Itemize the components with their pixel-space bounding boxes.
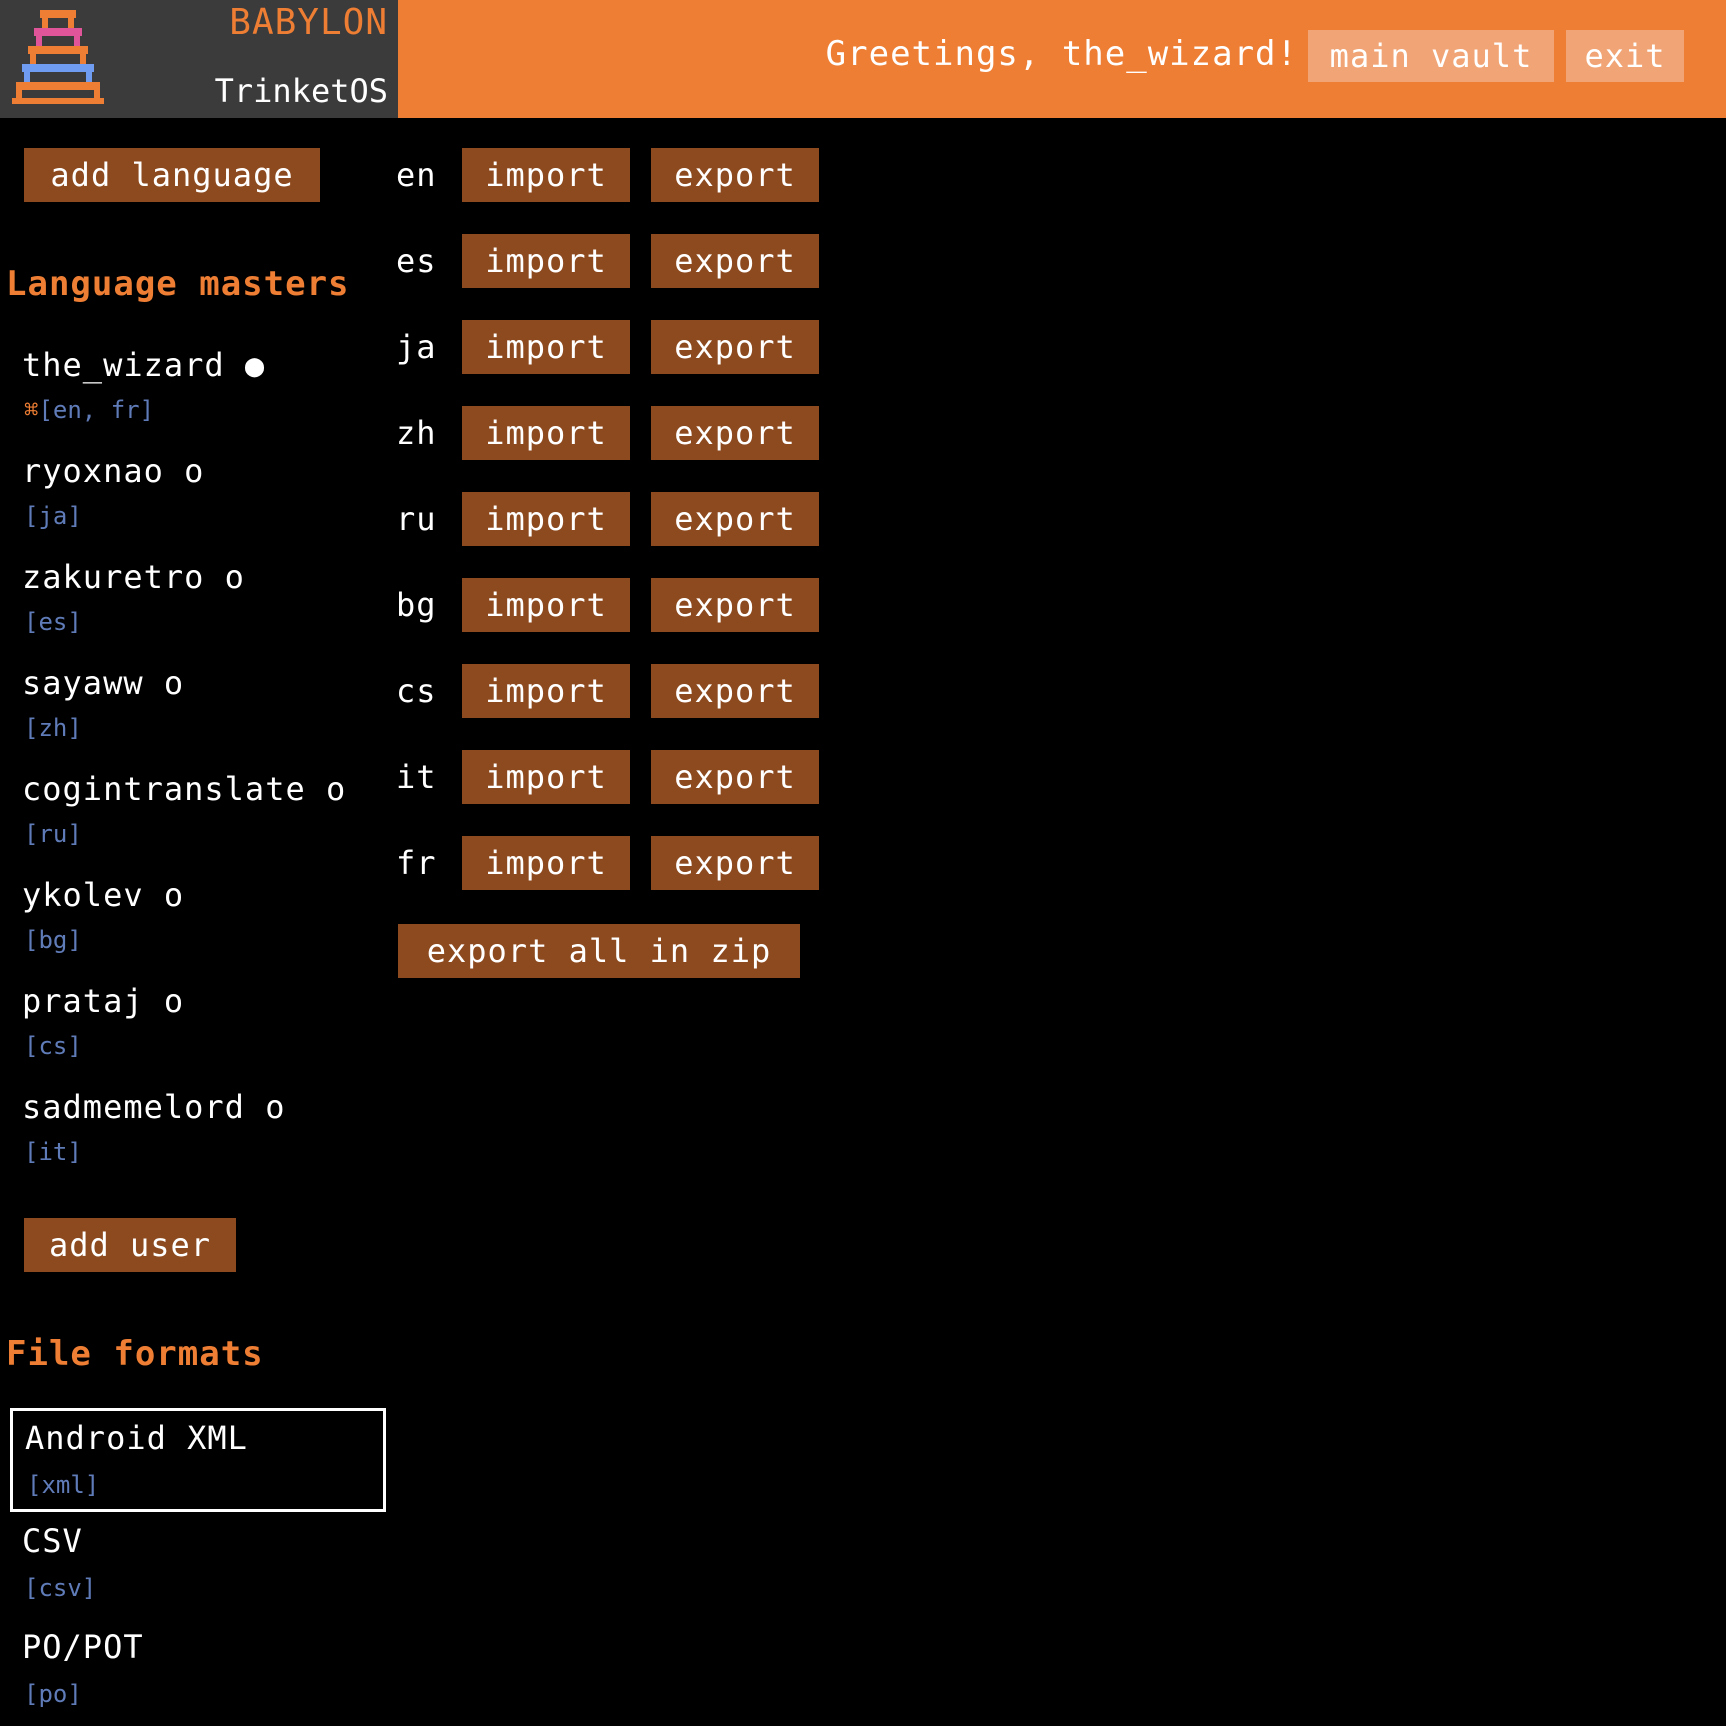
format-name: PO/POT — [22, 1628, 144, 1666]
language-code: ru — [396, 500, 437, 538]
import-button[interactable]: import — [462, 492, 630, 546]
user-languages: [ru] — [24, 820, 82, 848]
format-name: Android XML — [25, 1419, 248, 1457]
language-code: ja — [396, 328, 437, 366]
user-item[interactable]: zakuretro o [es] — [22, 558, 382, 658]
import-button[interactable]: import — [462, 320, 630, 374]
language-row-cs: cs import export — [396, 664, 826, 720]
top-bar: BABYLON TrinketOS Greetings, the_wizard!… — [0, 0, 1726, 118]
user-item[interactable]: ykolev o [bg] — [22, 876, 382, 976]
export-button[interactable]: export — [651, 406, 819, 460]
format-item-selected[interactable]: Android XML [xml] — [10, 1408, 386, 1512]
language-row-ja: ja import export — [396, 320, 826, 376]
format-item[interactable]: PO/POT [po] — [10, 1620, 386, 1724]
user-languages: [es] — [24, 608, 82, 636]
user-name: ryoxnao o — [22, 452, 205, 490]
user-item[interactable]: prataj o [cs] — [22, 982, 382, 1082]
user-item[interactable]: sayaww o [zh] — [22, 664, 382, 764]
import-button[interactable]: import — [462, 234, 630, 288]
tower-logo-icon — [12, 10, 104, 104]
import-button[interactable]: import — [462, 836, 630, 890]
user-name: prataj o — [22, 982, 185, 1020]
export-button[interactable]: export — [651, 836, 819, 890]
brand-name: BABYLON — [229, 2, 388, 43]
file-formats-title: File formats — [6, 1334, 264, 1374]
language-row-it: it import export — [396, 750, 826, 806]
import-button[interactable]: import — [462, 406, 630, 460]
user-languages: ⌘[en, fr] — [24, 396, 155, 424]
add-user-button[interactable]: add user — [24, 1218, 236, 1272]
command-icon: ⌘ — [24, 396, 39, 424]
import-button[interactable]: import — [462, 578, 630, 632]
user-languages: [bg] — [24, 926, 82, 954]
user-name: sadmemelord o — [22, 1088, 286, 1126]
language-row-fr: fr import export — [396, 836, 826, 892]
format-extension: [csv] — [24, 1574, 97, 1602]
user-name: the_wizard ● — [22, 346, 266, 384]
language-masters-title: Language masters — [6, 264, 350, 304]
greeting-text: Greetings, the_wizard! — [825, 34, 1298, 74]
export-button[interactable]: export — [651, 492, 819, 546]
import-button[interactable]: import — [462, 148, 630, 202]
user-languages: [ja] — [24, 502, 82, 530]
brand-block: BABYLON TrinketOS — [0, 0, 398, 118]
language-row-ru: ru import export — [396, 492, 826, 548]
import-button[interactable]: import — [462, 750, 630, 804]
language-code: fr — [396, 844, 437, 882]
export-button[interactable]: export — [651, 578, 819, 632]
import-button[interactable]: import — [462, 664, 630, 718]
language-row-en: en import export — [396, 148, 826, 204]
main-vault-button[interactable]: main vault — [1308, 30, 1554, 82]
user-languages: [it] — [24, 1138, 82, 1166]
language-code: es — [396, 242, 437, 280]
user-languages: [cs] — [24, 1032, 82, 1060]
format-item[interactable]: CSV [csv] — [10, 1514, 386, 1618]
user-item[interactable]: cogintranslate o [ru] — [22, 770, 382, 870]
language-code: bg — [396, 586, 437, 624]
export-button[interactable]: export — [651, 148, 819, 202]
format-name: CSV — [22, 1522, 83, 1560]
user-name: zakuretro o — [22, 558, 245, 596]
language-code: it — [396, 758, 437, 796]
language-code: zh — [396, 414, 437, 452]
user-item[interactable]: ryoxnao o [ja] — [22, 452, 382, 552]
language-code: cs — [396, 672, 437, 710]
export-all-zip-button[interactable]: export all in zip — [398, 924, 800, 978]
user-item[interactable]: sadmemelord o [it] — [22, 1088, 382, 1188]
language-row-bg: bg import export — [396, 578, 826, 634]
export-button[interactable]: export — [651, 750, 819, 804]
format-extension: [xml] — [27, 1471, 100, 1499]
export-button[interactable]: export — [651, 320, 819, 374]
brand-os: TrinketOS — [214, 72, 388, 110]
exit-button[interactable]: exit — [1566, 30, 1684, 82]
add-language-button[interactable]: add language — [24, 148, 320, 202]
user-name: cogintranslate o — [22, 770, 347, 808]
user-name: sayaww o — [22, 664, 185, 702]
user-name: ykolev o — [22, 876, 185, 914]
user-languages: [zh] — [24, 714, 82, 742]
language-row-es: es import export — [396, 234, 826, 290]
language-row-zh: zh import export — [396, 406, 826, 462]
format-extension: [po] — [24, 1680, 82, 1708]
export-button[interactable]: export — [651, 664, 819, 718]
language-code: en — [396, 156, 437, 194]
export-button[interactable]: export — [651, 234, 819, 288]
user-item[interactable]: the_wizard ● ⌘[en, fr] — [22, 346, 382, 446]
